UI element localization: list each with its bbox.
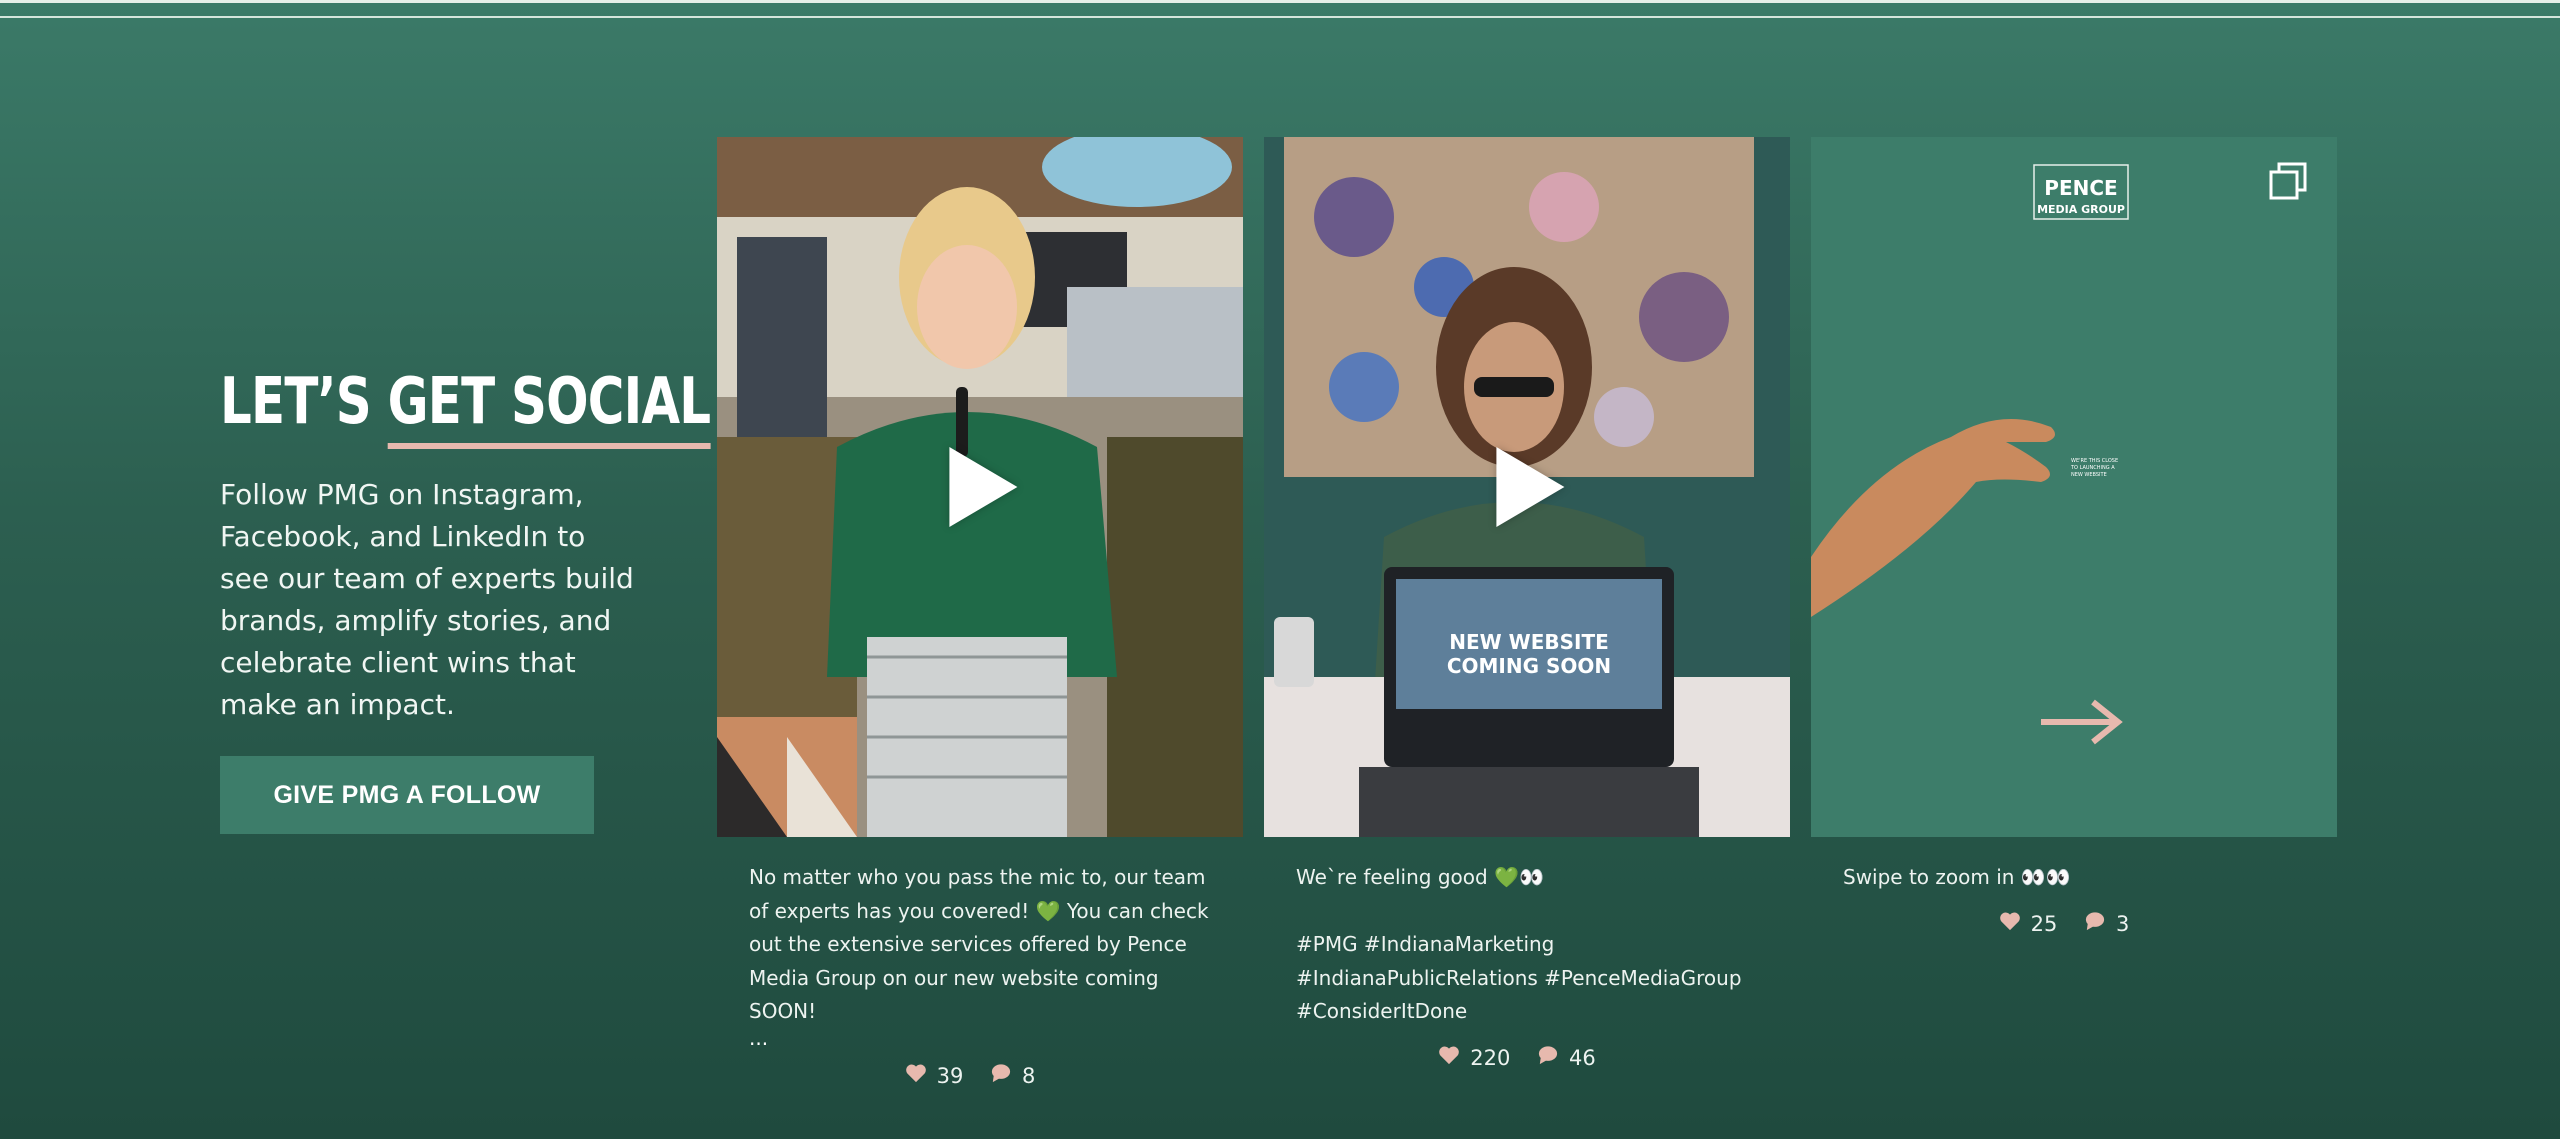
likes-count: 220 xyxy=(1470,1045,1511,1070)
section-heading: LET’S GET SOCIAL xyxy=(220,365,711,449)
comments-count: 3 xyxy=(2116,911,2130,936)
heart-icon xyxy=(1999,911,2021,936)
post-stats: 220 46 xyxy=(1264,1045,1790,1071)
top-divider-line xyxy=(0,0,2560,3)
logo-subtext: MEDIA GROUP xyxy=(2037,203,2125,216)
heart-icon xyxy=(905,1063,927,1088)
post-caption: Swipe to zoom in 👀👀 xyxy=(1843,865,2071,889)
laptop-screen-text: COMING SOON xyxy=(1447,654,1611,678)
heading-underlined-text: GET SOCIAL xyxy=(387,365,711,449)
comment-icon xyxy=(1537,1045,1559,1070)
comment-icon xyxy=(990,1063,1012,1088)
post-video-thumbnail[interactable] xyxy=(717,137,1243,837)
small-graphic-text: NEW WEBSITE xyxy=(2071,472,2107,478)
social-intro: LET’S GET SOCIAL Follow PMG on Instagram… xyxy=(220,365,711,834)
logo-text: PENCE xyxy=(2044,176,2117,200)
give-pmg-a-follow-button[interactable]: GIVE PMG A FOLLOW xyxy=(220,756,594,834)
comments-count: 8 xyxy=(1022,1063,1036,1088)
play-icon[interactable] xyxy=(1496,447,1565,527)
likes-count: 25 xyxy=(2030,911,2058,936)
play-icon[interactable] xyxy=(949,447,1018,527)
comments-count: 46 xyxy=(1569,1045,1596,1070)
post-graphic-hand-pinch: PENCE MEDIA GROUP WE'RE THIS CLOSE TO LA… xyxy=(1811,137,2337,837)
post-stats: 25 3 xyxy=(1811,911,2337,937)
heart-icon xyxy=(1438,1045,1460,1070)
post-stats: 39 8 xyxy=(717,1063,1243,1089)
post-caption: No matter who you pass the mic to, our t… xyxy=(749,865,1209,1023)
top-divider-line-secondary xyxy=(0,16,2560,18)
instagram-post-card[interactable]: NEW WEBSITE COMING SOON We`re feeling go… xyxy=(1264,137,1790,1070)
instagram-post-card[interactable]: PENCE MEDIA GROUP WE'RE THIS CLOSE TO LA… xyxy=(1811,137,2337,936)
more-indicator[interactable]: ... xyxy=(749,1028,1211,1048)
section-description: Follow PMG on Instagram, Facebook, and L… xyxy=(220,478,634,721)
post-carousel-image[interactable]: PENCE MEDIA GROUP WE'RE THIS CLOSE TO LA… xyxy=(1811,137,2337,837)
post-video-thumbnail[interactable]: NEW WEBSITE COMING SOON xyxy=(1264,137,1790,837)
small-graphic-text: WE'RE THIS CLOSE xyxy=(2071,458,2118,464)
laptop-screen-text: NEW WEBSITE xyxy=(1449,630,1609,654)
small-graphic-text: TO LAUNCHING A xyxy=(2070,465,2115,471)
heading-text: LET’S xyxy=(220,365,388,439)
post-caption: We`re feeling good 💚👀 #PMG #IndianaMarke… xyxy=(1296,865,1742,1023)
comment-icon xyxy=(2084,911,2106,936)
instagram-post-card[interactable]: No matter who you pass the mic to, our t… xyxy=(717,137,1243,1088)
likes-count: 39 xyxy=(936,1063,964,1088)
